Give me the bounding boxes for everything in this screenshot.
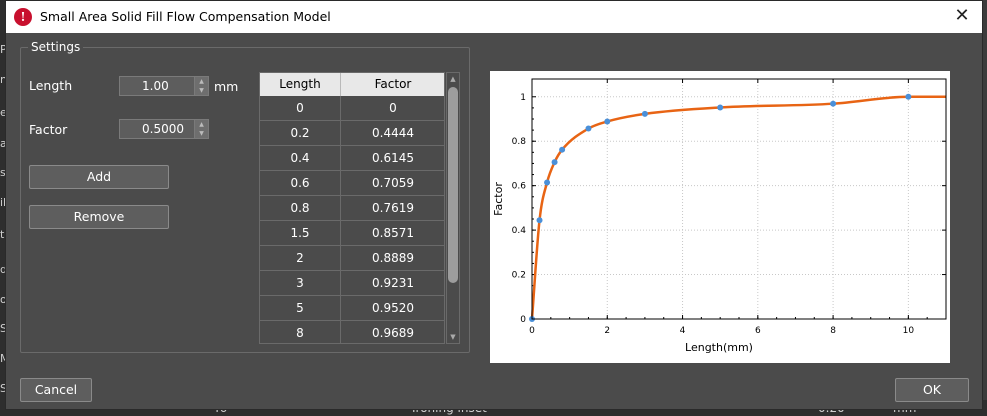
- chart-data-point: [604, 118, 611, 125]
- y-tick-label: 0.2: [512, 271, 526, 281]
- cell-length[interactable]: 2: [260, 246, 341, 271]
- scroll-thumb[interactable]: [448, 87, 458, 283]
- cell-length[interactable]: 8: [260, 321, 341, 343]
- add-button[interactable]: Add: [29, 165, 169, 189]
- y-tick-label: 0: [520, 315, 526, 325]
- cell-length[interactable]: 0.6: [260, 171, 341, 196]
- spin-down-icon[interactable]: ▼: [194, 86, 208, 95]
- factor-input[interactable]: [120, 120, 194, 138]
- cell-factor[interactable]: 0.4444: [341, 121, 444, 146]
- y-tick-label: 0.6: [512, 182, 527, 192]
- column-header-factor[interactable]: Factor: [341, 73, 444, 96]
- table-row[interactable]: 0.4 0.6145: [260, 146, 444, 171]
- chart-data-point: [905, 93, 912, 100]
- table-header: Length Factor: [260, 73, 444, 96]
- length-input[interactable]: [120, 77, 194, 95]
- length-unit: mm: [214, 79, 239, 94]
- spin-down-icon[interactable]: ▼: [194, 129, 208, 138]
- cell-factor[interactable]: 0.6145: [341, 146, 444, 171]
- x-tick-label: 8: [830, 326, 836, 336]
- flow-compensation-dialog: ! Small Area Solid Fill Flow Compensatio…: [5, 0, 983, 410]
- title-bar: ! Small Area Solid Fill Flow Compensatio…: [6, 1, 982, 33]
- factor-label: Factor: [29, 122, 68, 137]
- chart-data-point: [585, 125, 592, 132]
- cell-factor[interactable]: 0.8571: [341, 221, 444, 246]
- cell-factor[interactable]: 0.9689: [341, 321, 444, 343]
- cell-length[interactable]: 3: [260, 271, 341, 296]
- cell-length[interactable]: 0.8: [260, 196, 341, 221]
- chart-x-axis-label: Length(mm): [685, 341, 753, 354]
- cell-factor[interactable]: 0: [341, 96, 444, 121]
- length-factor-table: Length Factor 0 0 0.2 0.4444 0.4 0.6145 0.6 0.7…: [259, 72, 445, 344]
- dialog-title: Small Area Solid Fill Flow Compensation …: [40, 9, 331, 24]
- length-label: Length: [29, 78, 73, 93]
- factor-spinbox[interactable]: ▲ ▼: [119, 119, 209, 139]
- factor-spin-arrows[interactable]: ▲ ▼: [194, 120, 208, 138]
- y-tick-label: 0.4: [512, 226, 527, 236]
- table-row[interactable]: 5 0.9520: [260, 296, 444, 321]
- chart-data-point: [559, 146, 566, 153]
- length-spin-arrows[interactable]: ▲ ▼: [194, 77, 208, 95]
- x-tick-label: 0: [529, 326, 535, 336]
- cell-factor[interactable]: 0.9520: [341, 296, 444, 321]
- chart-data-point: [536, 217, 543, 224]
- cell-factor[interactable]: 0.7059: [341, 171, 444, 196]
- x-tick-label: 10: [903, 326, 915, 336]
- table-row[interactable]: 00: [260, 96, 444, 121]
- x-tick-label: 4: [680, 326, 686, 336]
- table-row[interactable]: 3 0.9231: [260, 271, 444, 296]
- cell-length[interactable]: 0.4: [260, 146, 341, 171]
- table-row[interactable]: 0.6 0.7059: [260, 171, 444, 196]
- ok-button[interactable]: OK: [895, 378, 969, 402]
- cell-factor[interactable]: 0.7619: [341, 196, 444, 221]
- cell-length[interactable]: 1.5: [260, 221, 341, 246]
- cell-length[interactable]: 5: [260, 296, 341, 321]
- x-tick-label: 2: [604, 326, 610, 336]
- chart-y-axis-label: Factor: [492, 182, 505, 216]
- table-row[interactable]: 0.2 0.4444: [260, 121, 444, 146]
- column-header-length[interactable]: Length: [260, 73, 341, 96]
- table-row[interactable]: 2 0.8889: [260, 246, 444, 271]
- scroll-down-icon[interactable]: ▼: [447, 331, 459, 343]
- spin-up-icon[interactable]: ▲: [194, 120, 208, 129]
- cancel-button[interactable]: Cancel: [20, 378, 92, 402]
- chart-data-point: [641, 110, 648, 117]
- table-row[interactable]: 0.8 0.7619: [260, 196, 444, 221]
- cell-length[interactable]: 0.2: [260, 121, 341, 146]
- factor-length-chart: 0 2 4 6 8 10 0 0.2 0.4 0.6 0.8 1 Length(mm) Factor: [490, 71, 950, 363]
- cell-factor[interactable]: 0.9231: [341, 271, 444, 296]
- table-row[interactable]: 1.5 0.8571: [260, 221, 444, 246]
- cell-length[interactable]: 0: [260, 96, 341, 121]
- chart-data-point: [717, 104, 724, 111]
- chart-data-point: [551, 159, 558, 166]
- table-scrollbar[interactable]: ▲ ▼: [446, 72, 460, 344]
- x-tick-label: 6: [755, 326, 761, 336]
- warning-badge-icon: !: [14, 8, 32, 26]
- close-icon[interactable]: ✕: [952, 6, 972, 26]
- cell-factor[interactable]: 0.8889: [341, 246, 444, 271]
- y-tick-label: 0.8: [512, 137, 527, 147]
- scroll-up-icon[interactable]: ▲: [447, 73, 459, 85]
- spin-up-icon[interactable]: ▲: [194, 77, 208, 86]
- y-tick-label: 1: [520, 93, 526, 103]
- remove-button[interactable]: Remove: [29, 205, 169, 229]
- chart-data-point: [830, 100, 837, 107]
- chart-data-point: [544, 179, 551, 186]
- table-row[interactable]: 8 0.9689: [260, 321, 444, 343]
- length-spinbox[interactable]: ▲ ▼: [119, 76, 209, 96]
- settings-legend: Settings: [28, 40, 84, 54]
